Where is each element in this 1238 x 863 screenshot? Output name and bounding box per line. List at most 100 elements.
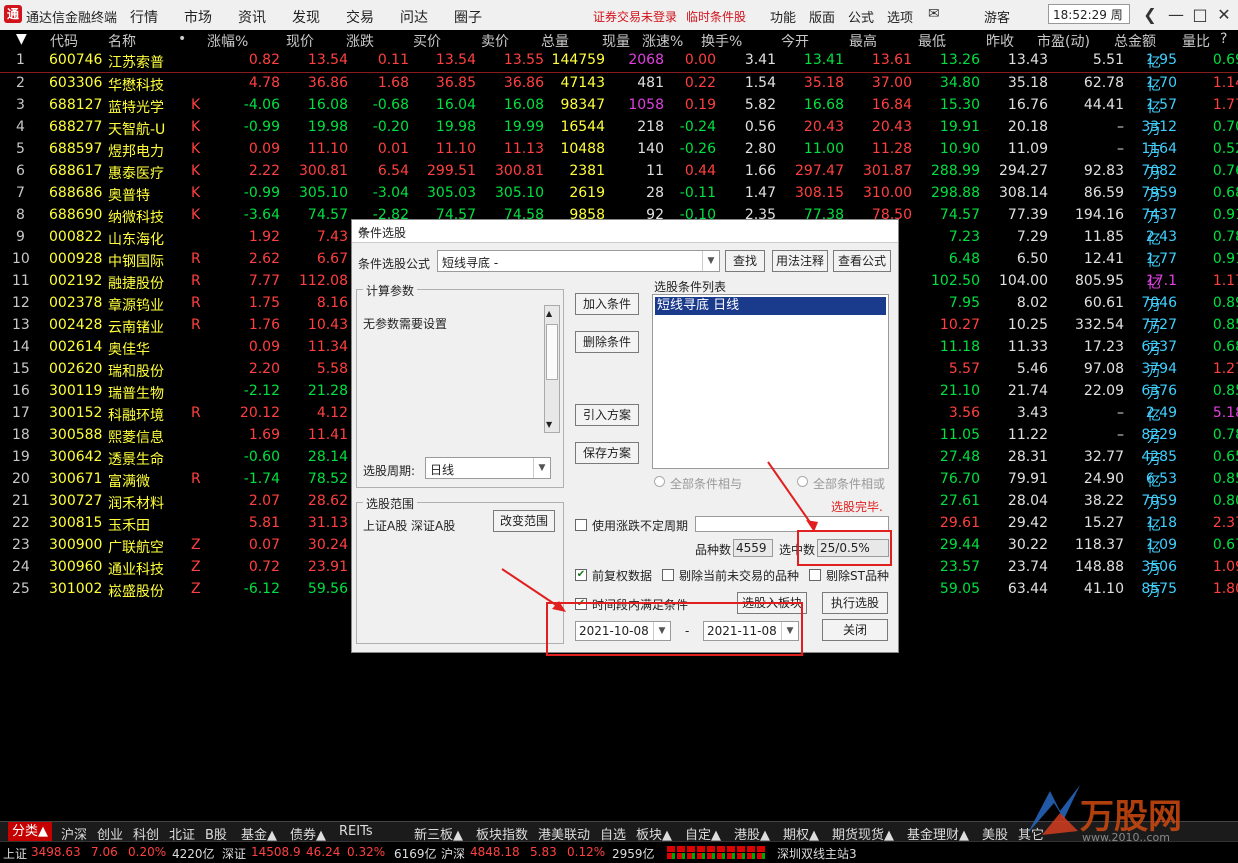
menu-gongneng[interactable]: 功能 [770,7,796,26]
import-scheme-button[interactable]: 引入方案 [575,404,639,426]
col-help-icon[interactable]: ? [1220,31,1227,47]
category-tab[interactable]: REITs [339,824,373,839]
menu-quanzi[interactable]: 圈子 [454,7,482,27]
volume: 2381 [569,163,605,179]
price: 7.43 [316,229,348,245]
minimize-icon[interactable]: — [1164,4,1188,26]
col-code[interactable]: 代码 [50,31,78,51]
col-bid[interactable]: 买价 [413,31,441,51]
col-change-pct[interactable]: 涨幅% [207,31,248,51]
menu-gongshi[interactable]: 公式 [848,7,874,26]
dialog-close-button[interactable]: 关闭 [822,619,888,641]
menu-banmian[interactable]: 版面 [809,7,835,26]
delete-condition-button[interactable]: 删除条件 [575,331,639,353]
condition-list[interactable]: 短线寻底 日线 [652,294,889,469]
menu-hangqing[interactable]: 行情 [130,7,158,27]
scroll-up-icon[interactable]: ▲ [546,309,552,318]
stock-name: 章源钨业 [108,298,164,314]
col-turnover[interactable]: 换手% [701,31,742,51]
table-row[interactable]: 3 688127 蓝特光学 K -4.06 16.08 -0.68 16.04 16.08 983… [0,95,1238,117]
table-row[interactable]: 2 603306 华懋科技 4.78 36.86 1.68 36.85 36.86 47143 4… [0,73,1238,95]
pe-ratio: 805.95 [1075,273,1124,289]
condition-list-item[interactable]: 短线寻底 日线 [655,297,886,315]
params-scrollbar[interactable]: ▲ ▼ [544,305,560,433]
find-button[interactable]: 查找 [725,250,765,272]
usage-button[interactable]: 用法注释 [772,250,828,272]
col-speed[interactable]: 涨速% [642,31,683,51]
change: -0.20 [372,119,409,135]
table-row[interactable]: 5 688597 煜邦电力 K 0.09 11.10 0.01 11.10 11.13 10488… [0,139,1238,161]
pe-ratio: 118.37 [1075,537,1124,553]
low-price: 7.23 [948,229,980,245]
prev-close: 308.14 [999,185,1048,201]
trade-login-warning[interactable]: 证券交易未登录 [593,8,677,25]
col-cur-vol[interactable]: 现量 [602,31,630,51]
close-icon[interactable]: ✕ [1212,4,1236,26]
col-change[interactable]: 涨跌 [346,31,374,51]
stock-code: 603306 [49,75,103,91]
server-name[interactable]: 深圳双线主站3 [777,845,857,862]
table-row[interactable]: 4 688277 天智航-U K -0.99 19.98 -0.20 19.98 19.99 16… [0,117,1238,139]
sh-index-label[interactable]: 上证 [3,845,27,862]
view-formula-button[interactable]: 查看公式 [833,250,891,272]
col-prev-close[interactable]: 昨收 [986,31,1014,51]
period-select[interactable]: 日线 ▼ [425,457,551,479]
mail-icon[interactable]: ✉ [928,6,940,22]
menu-faxian[interactable]: 发现 [292,7,320,27]
change-pct: 20.12 [239,405,280,421]
menu-xuanxiang[interactable]: 选项 [887,7,913,26]
use-uncertain-period-checkbox[interactable] [575,519,587,531]
bid-price: 36.85 [435,75,476,91]
menu-shichang[interactable]: 市场 [184,7,212,27]
category-tab[interactable]: 分类▲ [8,822,52,842]
exclude-st-checkbox[interactable] [809,569,821,581]
save-scheme-button[interactable]: 保存方案 [575,442,639,464]
sort-arrow-icon[interactable]: ▼ [16,31,27,47]
menu-wenda[interactable]: 问达 [400,7,428,27]
fq-data-checkbox[interactable]: ✔ [575,569,587,581]
prev-close: 28.04 [1007,493,1048,509]
prev-close: 13.43 [1007,52,1048,68]
radio-all-and[interactable] [654,476,665,487]
formula-select[interactable]: 短线寻底 - ▼ [437,250,720,272]
volume-ratio: 2.37 [1212,515,1238,531]
col-high[interactable]: 最高 [849,31,877,51]
table-row[interactable]: 7 688686 奥普特 K -0.99 305.10 -3.04 305.03 305.10 2… [0,183,1238,205]
change-range-button[interactable]: 改变范围 [493,510,555,532]
col-dot[interactable]: • [178,31,186,47]
menu-jiaoyi[interactable]: 交易 [346,7,374,27]
menu-zixun[interactable]: 资讯 [238,7,266,27]
col-vol-ratio[interactable]: 量比 [1182,31,1210,51]
scroll-thumb[interactable] [546,324,558,380]
back-icon[interactable]: ❮ [1138,4,1162,26]
dialog-close-icon[interactable]: ✕ [358,224,368,238]
scroll-down-icon[interactable]: ▼ [546,420,552,429]
sz-index-label[interactable]: 深证 [222,845,246,862]
volume-ratio: 1.27 [1212,361,1238,377]
col-volume[interactable]: 总量 [541,31,569,51]
change-pct: 2.22 [248,163,280,179]
stock-flag: R [191,251,201,267]
table-row[interactable]: 6 688617 惠泰医疗 K 2.22 300.81 6.54 299.51 300.81 23… [0,161,1238,183]
run-select-button[interactable]: 执行选股 [822,592,888,614]
add-condition-button[interactable]: 加入条件 [575,293,639,315]
price: 13.54 [307,52,348,68]
dialog-titlebar[interactable]: 条件选股 — ✕ [352,220,898,243]
guest-label[interactable]: 游客 [984,7,1010,26]
stock-name: 润禾材料 [108,496,164,512]
col-low[interactable]: 最低 [918,31,946,51]
row-number: 22 [12,515,30,531]
maximize-icon[interactable]: □ [1188,4,1212,26]
col-price[interactable]: 现价 [286,31,314,51]
hs-index-label[interactable]: 沪深 [441,845,465,862]
col-ask[interactable]: 卖价 [481,31,509,51]
price: 78.52 [307,471,348,487]
amount-unit: 万 [1147,430,1161,446]
table-row[interactable]: 1 600746 江苏索普 0.82 13.54 0.11 13.54 13.55 144759… [0,50,1238,73]
col-name[interactable]: 名称 [108,31,136,51]
col-amount[interactable]: 总金额 [1114,31,1156,51]
col-open[interactable]: 今开 [781,31,809,51]
col-pe[interactable]: 市盈(动) [1037,31,1090,51]
exclude-untraded-checkbox[interactable] [662,569,674,581]
prev-close: 21.74 [1007,383,1048,399]
